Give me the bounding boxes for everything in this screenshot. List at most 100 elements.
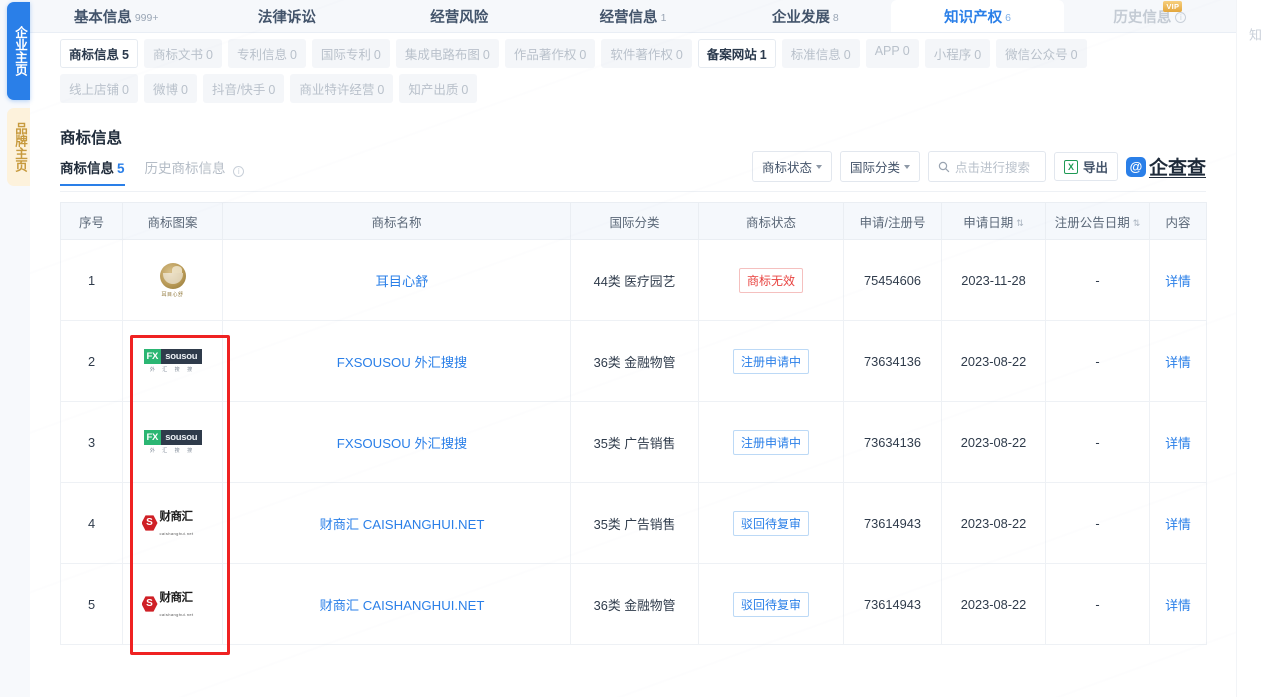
subtab-label: 抖音/快手 (211, 83, 266, 97)
col-status: 商标状态 (698, 202, 844, 240)
table-row: 3 FX sousou 外 汇 搜 搜 FXSOUSOU 外汇搜搜 35类 广告… (60, 401, 1207, 483)
subtab-label: 集成电路布图 (404, 48, 480, 62)
tab-operating-info[interactable]: 经营信息 1 (547, 0, 719, 32)
cell-index: 2 (60, 320, 123, 402)
sort-icon: ⇅ (1016, 217, 1024, 228)
search-input[interactable]: 点击进行搜索 (927, 151, 1046, 182)
table-header-row: 序号 商标图案 商标名称 国际分类 商标状态 申请/注册号 申请日期 ⇅ 注册公告… (60, 202, 1207, 240)
subtab-ip-pledge[interactable]: 知产出质 0 (399, 74, 478, 103)
tab-label: 企业发展 (771, 9, 830, 26)
cell-logo[interactable]: 耳目心舒 (122, 239, 223, 321)
inner-tab-historical-trademark-info[interactable]: 历史商标信息 i (145, 157, 245, 185)
subtab-douyin-kuaishou[interactable]: 抖音/快手 0 (202, 74, 285, 103)
subtab-patent-info[interactable]: 专利信息 0 (227, 39, 306, 68)
tab-enterprise-development[interactable]: 企业发展 8 (719, 0, 891, 32)
filter-label: 商标状态 (761, 161, 812, 175)
trademark-name-link[interactable]: FXSOUSOU 外汇搜搜 (337, 355, 467, 370)
col-announce-date[interactable]: 注册公告日期 ⇅ (1045, 202, 1150, 240)
subtab-count: 0 (268, 83, 276, 97)
table-row: 2 FX sousou 外 汇 搜 搜 FXSOUSOU 外汇搜搜 36类 金融… (60, 320, 1207, 402)
subtab-trademark-info[interactable]: 商标信息 5 (60, 39, 138, 68)
inner-tab-count: 5 (117, 160, 125, 176)
cell-apply-date: 2023-08-22 (941, 320, 1046, 402)
subtab-mini-program[interactable]: 小程序 0 (924, 39, 991, 68)
cell-name: 财商汇 CAISHANGHUI.NET (222, 482, 571, 564)
subtab-wechat-official-account[interactable]: 微信公众号 0 (996, 39, 1087, 68)
rail-tab-brand-home[interactable]: 品牌主页 (7, 108, 30, 186)
edge-partial-text: 知 (1247, 28, 1262, 41)
info-icon[interactable]: i (1175, 11, 1187, 23)
cell-logo[interactable]: 财商汇 caishanghui.net (122, 563, 223, 645)
subtab-weibo[interactable]: 微博 0 (143, 74, 197, 103)
international-class-filter[interactable]: 国际分类 (839, 151, 920, 182)
col-label: 申请日期 (963, 215, 1014, 230)
subtab-registered-website[interactable]: 备案网站 1 (697, 39, 776, 68)
subtab-app[interactable]: APP 0 (865, 39, 919, 68)
info-icon[interactable]: i (233, 165, 245, 177)
cell-logo[interactable]: FX sousou 外 汇 搜 搜 (122, 401, 223, 483)
subtab-count: 5 (122, 48, 129, 62)
inner-tab-trademark-info[interactable]: 商标信息 5 (60, 157, 125, 186)
sub-tab-row-2: 线上店铺 0 微博 0 抖音/快手 0 商业特许经营 0 知产出质 0 (60, 74, 1208, 103)
logo-subtext: 外 汇 搜 搜 (149, 367, 196, 373)
export-label: 导出 (1082, 161, 1108, 175)
cell-reg-no: 73614943 (843, 482, 942, 564)
cell-announce-date: - (1045, 482, 1150, 564)
subtab-label: 商标信息 (69, 48, 120, 62)
logo-alt-text: sousou (161, 430, 202, 445)
trademark-name-link[interactable]: 耳目心舒 (376, 274, 429, 289)
detail-link[interactable]: 详情 (1165, 598, 1191, 613)
detail-link[interactable]: 详情 (1165, 436, 1191, 451)
subtab-work-copyright[interactable]: 作品著作权 0 (504, 39, 596, 68)
subtab-count: 0 (675, 48, 683, 62)
subtab-online-store[interactable]: 线上店铺 0 (60, 74, 138, 103)
cell-logo[interactable]: 财商汇 caishanghui.net (122, 482, 223, 564)
sub-tab-row-1: 商标信息 5 商标文书 0 专利信息 0 国际专利 0 集成电路布图 0 作品著作权 0 软… (60, 39, 1208, 68)
trademark-status-filter[interactable]: 商标状态 (751, 151, 832, 182)
tab-operating-risk[interactable]: 经营风险 (375, 0, 547, 32)
trademark-name-link[interactable]: FXSOUSOU 外汇搜搜 (337, 436, 467, 451)
detail-link[interactable]: 详情 (1165, 355, 1191, 370)
subtab-ic-layout[interactable]: 集成电路布图 0 (395, 39, 499, 68)
subtab-standard-info[interactable]: 标准信息 0 (781, 39, 860, 68)
subtab-label: 微信公众号 (1005, 48, 1068, 62)
trademark-name-link[interactable]: 财商汇 CAISHANGHUI.NET (320, 598, 485, 613)
tab-legal-proceedings[interactable]: 法律诉讼 (202, 0, 374, 32)
cell-apply-date: 2023-08-22 (941, 482, 1046, 564)
subtab-franchise[interactable]: 商业特许经营 0 (290, 74, 394, 103)
cell-reg-no: 73634136 (843, 320, 942, 402)
table-row: 1 耳目心舒 耳目心舒 44类 医疗园艺 商标无效 75454606 2023-… (60, 239, 1207, 321)
sub-tab-bar: 商标信息 5 商标文书 0 专利信息 0 国际专利 0 集成电路布图 0 作品著作权 0 软… (30, 33, 1236, 109)
cell-reg-no: 73614943 (843, 563, 942, 645)
col-apply-date[interactable]: 申请日期 ⇅ (941, 202, 1046, 240)
export-button[interactable]: X 导出 (1053, 152, 1118, 181)
rail-tab-label: 品牌主页 (13, 122, 27, 172)
subtab-software-copyright[interactable]: 软件著作权 0 (601, 39, 692, 68)
cell-logo[interactable]: FX sousou 外 汇 搜 搜 (122, 320, 223, 402)
status-badge: 商标无效 (738, 267, 803, 293)
subtab-count: 1 (759, 48, 767, 62)
subtab-trademark-documents[interactable]: 商标文书 0 (143, 39, 222, 68)
cell-reg-no: 73634136 (843, 401, 942, 483)
caishanghui-logo-icon: 财商汇 caishanghui.net (141, 582, 204, 626)
tab-history-info[interactable]: VIP 历史信息 i (1064, 0, 1236, 32)
tab-intellectual-property[interactable]: 知识产权 6 (891, 0, 1064, 32)
tab-label: 基本信息 (73, 9, 132, 26)
cell-announce-date: - (1045, 239, 1150, 321)
subtab-label: 知产出质 (408, 83, 459, 97)
logo-subtext: 耳目心舒 (161, 291, 184, 298)
detail-link[interactable]: 详情 (1165, 274, 1191, 289)
tab-label: 经营信息 (599, 9, 658, 26)
tab-basic-info[interactable]: 基本信息 999+ (30, 0, 202, 32)
logo-subtext: caishanghui.net (159, 612, 194, 617)
rail-tab-company-home[interactable]: 企业主页 (7, 2, 30, 100)
qichacha-logo[interactable]: @ 企查查 (1125, 153, 1206, 180)
detail-link[interactable]: 详情 (1165, 517, 1191, 532)
subtab-international-patent[interactable]: 国际专利 0 (311, 39, 390, 68)
status-badge: 驳回待复审 (732, 510, 809, 536)
cell-index: 1 (60, 239, 123, 321)
subtab-count: 0 (180, 83, 188, 97)
subtab-label: 线上店铺 (69, 83, 120, 97)
trademark-name-link[interactable]: 财商汇 CAISHANGHUI.NET (320, 517, 485, 532)
search-icon (938, 161, 950, 172)
